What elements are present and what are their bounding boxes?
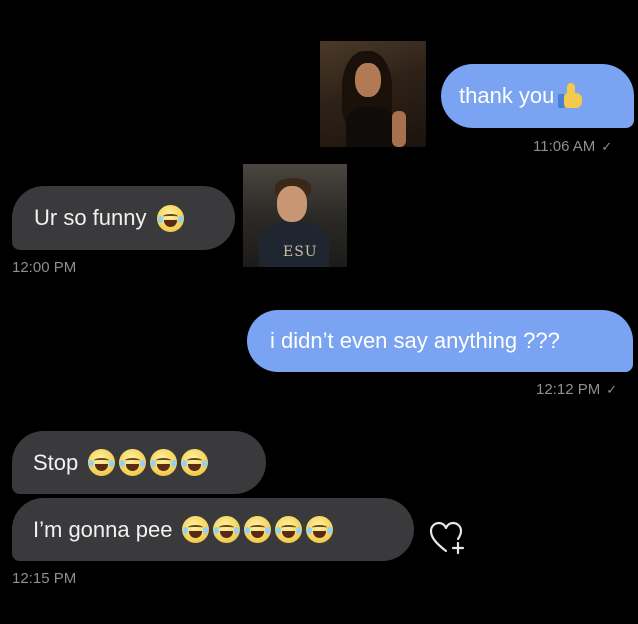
laughing-crying-emoji-icon (156, 204, 184, 232)
laughing-crying-emoji-icon (213, 516, 241, 543)
thumbs-up-icon (556, 82, 584, 110)
laughing-crying-emoji-icon (150, 449, 178, 476)
message-bubble-incoming[interactable]: Stop (12, 431, 266, 494)
message-bubble-incoming[interactable]: I’m gonna pee (12, 498, 414, 561)
man-photo: ESU (243, 164, 347, 267)
woman-photo (320, 41, 426, 147)
sent-check-icon: ✓ (601, 139, 613, 154)
heart-plus-icon[interactable] (429, 521, 469, 555)
message-timestamp: 12:00 PM (12, 259, 77, 276)
message-timestamp: 11:06 AM ✓ (533, 138, 613, 155)
laughing-crying-emoji-icon (88, 449, 116, 476)
message-timestamp: 12:12 PM ✓ (536, 381, 618, 398)
message-timestamp: 12:15 PM (12, 570, 77, 587)
laughing-crying-emoji-icon (182, 516, 210, 543)
laughing-crying-emoji-icon (306, 516, 334, 543)
laughing-crying-emoji-icon (244, 516, 272, 543)
message-text: Ur so funny (34, 205, 147, 230)
message-bubble-outgoing[interactable]: thank you (441, 64, 634, 128)
sent-check-icon: ✓ (606, 382, 618, 397)
message-text: thank you (459, 83, 555, 108)
laughing-crying-emoji-icon (181, 449, 209, 476)
message-text: Stop (33, 449, 79, 475)
message-text: I’m gonna pee (33, 516, 173, 542)
laughing-crying-emoji-icon (275, 516, 303, 543)
message-bubble-outgoing[interactable]: i didn’t even say anything ??? (247, 310, 633, 372)
message-text: i didn’t even say anything ??? (270, 328, 560, 353)
message-bubble-incoming[interactable]: Ur so funny (12, 186, 235, 250)
laughing-crying-emoji-icon (119, 449, 147, 476)
